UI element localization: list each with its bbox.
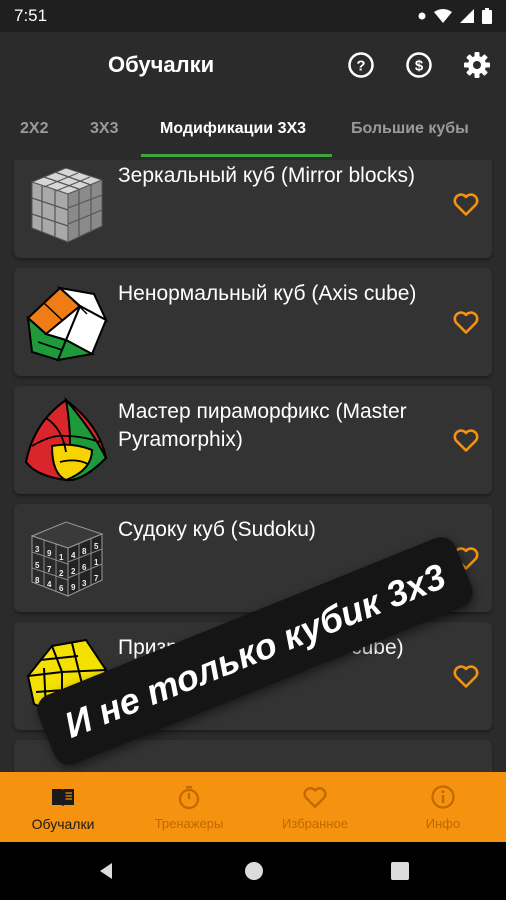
nav-label: Обучалки bbox=[31, 816, 95, 832]
back-icon[interactable] bbox=[96, 861, 116, 881]
svg-text:2: 2 bbox=[59, 569, 64, 578]
svg-text:9: 9 bbox=[71, 583, 76, 592]
item-name: Мастер пираморфикс (Master Pyramorphix) bbox=[118, 400, 407, 451]
pyramorphix-thumbnail bbox=[24, 396, 108, 482]
mirror-cube-thumbnail bbox=[30, 167, 104, 243]
dollar-icon: $ bbox=[406, 52, 432, 78]
list-item[interactable]: Зеркальный куб (Mirror blocks) bbox=[14, 160, 492, 258]
status-time: 7:51 bbox=[14, 6, 48, 25]
nav-label: Тренажеры bbox=[154, 816, 224, 831]
status-icons bbox=[418, 8, 492, 24]
favorite-heart-icon[interactable] bbox=[452, 308, 480, 336]
svg-text:1: 1 bbox=[59, 553, 64, 562]
svg-text:1: 1 bbox=[94, 558, 99, 567]
heart-icon bbox=[303, 787, 327, 808]
gear-icon bbox=[464, 52, 490, 78]
svg-text:4: 4 bbox=[71, 551, 76, 560]
book-icon bbox=[52, 789, 74, 806]
svg-text:3: 3 bbox=[35, 545, 40, 554]
info-icon bbox=[431, 785, 455, 809]
page-title: Обучалки bbox=[108, 52, 215, 77]
item-name: Зеркальный куб (Mirror blocks) bbox=[118, 164, 416, 187]
signal-dot-icon bbox=[418, 12, 426, 20]
tab-3x3[interactable]: 3X3 bbox=[90, 120, 118, 138]
item-name: Судоку куб (Sudoku) bbox=[118, 518, 316, 541]
favorite-heart-icon[interactable] bbox=[452, 662, 480, 690]
status-bar: 7:51 bbox=[0, 0, 506, 32]
wifi-icon bbox=[434, 9, 452, 23]
svg-text:4: 4 bbox=[47, 580, 52, 589]
bottom-navigation: Обучалки Тренажеры Избранное Инфо bbox=[0, 772, 506, 842]
axis-cube-thumbnail bbox=[26, 286, 109, 362]
donate-button[interactable]: $ bbox=[404, 50, 434, 80]
svg-text:8: 8 bbox=[35, 576, 40, 585]
recents-icon[interactable] bbox=[391, 862, 409, 880]
tab-2x2[interactable]: 2X2 bbox=[20, 120, 48, 138]
tab-big-cubes[interactable]: Большие кубы bbox=[351, 120, 469, 138]
nav-info[interactable]: Инфо bbox=[380, 772, 506, 842]
svg-text:5: 5 bbox=[94, 542, 99, 551]
svg-text:9: 9 bbox=[47, 549, 52, 558]
help-icon: ? bbox=[348, 52, 374, 78]
favorite-heart-icon[interactable] bbox=[452, 426, 480, 454]
home-icon[interactable] bbox=[244, 861, 264, 881]
stopwatch-icon bbox=[178, 786, 200, 810]
list-item[interactable]: Мастер пираморфикс (Master Pyramorphix) bbox=[14, 386, 492, 494]
tab-bar: 2X2 3X3 Модификации 3X3 Большие кубы bbox=[0, 100, 506, 158]
svg-text:6: 6 bbox=[82, 563, 87, 572]
item-name: Ненормальный куб (Axis cube) bbox=[118, 282, 417, 305]
settings-button[interactable] bbox=[462, 50, 492, 80]
tab-indicator bbox=[141, 154, 332, 157]
app-bar: Обучалки ? $ bbox=[0, 32, 506, 100]
nav-lessons[interactable]: Обучалки bbox=[0, 772, 126, 842]
svg-text:3: 3 bbox=[82, 579, 87, 588]
svg-text:2: 2 bbox=[71, 567, 76, 576]
svg-text:5: 5 bbox=[35, 561, 40, 570]
svg-text:$: $ bbox=[415, 58, 424, 75]
svg-text:7: 7 bbox=[47, 565, 52, 574]
nav-label: Избранное bbox=[282, 816, 348, 831]
svg-text:7: 7 bbox=[94, 574, 99, 583]
battery-icon bbox=[482, 8, 492, 24]
nav-favorites[interactable]: Избранное bbox=[252, 772, 378, 842]
list-item[interactable]: Ненормальный куб (Axis cube) bbox=[14, 268, 492, 376]
cell-signal-icon bbox=[460, 9, 474, 23]
svg-text:8: 8 bbox=[82, 547, 87, 556]
system-nav-bar bbox=[0, 842, 506, 900]
nav-trainers[interactable]: Тренажеры bbox=[126, 772, 252, 842]
favorite-heart-icon[interactable] bbox=[452, 190, 480, 218]
sudoku-cube-thumbnail: 391 572 846 4 85 2 61 9 37 bbox=[30, 521, 104, 597]
tab-modifications-3x3[interactable]: Модификации 3X3 bbox=[160, 120, 306, 138]
svg-text:6: 6 bbox=[59, 584, 64, 593]
svg-text:?: ? bbox=[356, 58, 365, 75]
help-button[interactable]: ? bbox=[346, 50, 376, 80]
nav-label: Инфо bbox=[425, 816, 461, 831]
